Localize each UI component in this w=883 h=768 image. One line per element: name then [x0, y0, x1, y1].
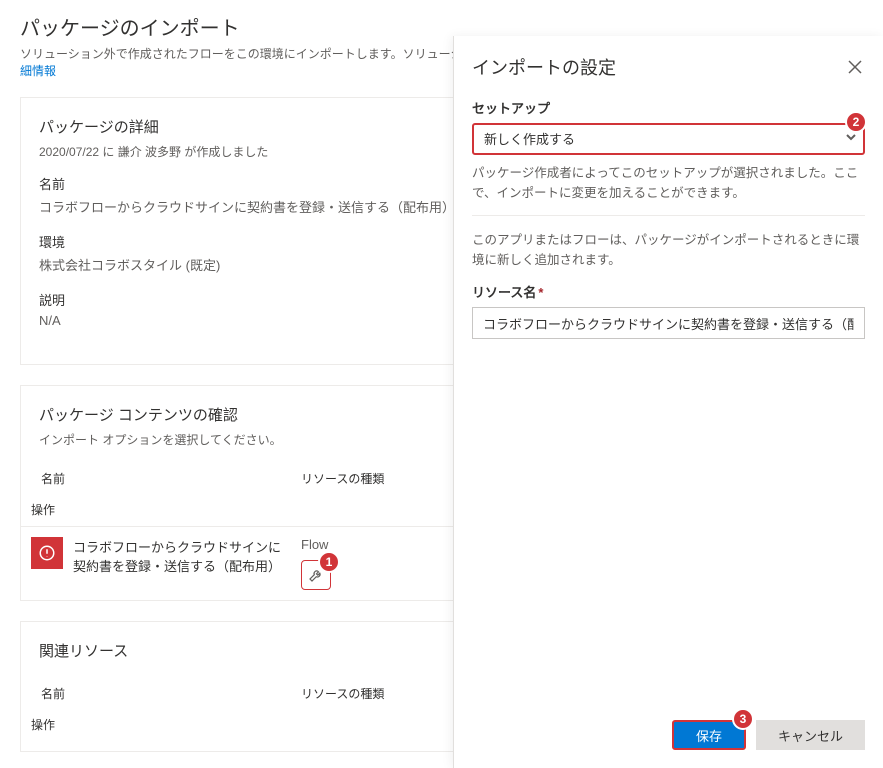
resource-name-input[interactable]	[472, 307, 865, 339]
annotation-badge-3: 3	[732, 708, 754, 730]
annotation-badge-2: 2	[845, 111, 867, 133]
setup-label: セットアップ	[472, 98, 865, 117]
setup-select[interactable]: 新しく作成する	[472, 123, 865, 155]
import-settings-panel: インポートの設定 セットアップ 新しく作成する 2 パッケージ作成者によってこの…	[453, 36, 883, 768]
row-name: コラボフローからクラウドサインに契約書を登録・送信する（配布用）	[73, 537, 301, 575]
close-icon	[848, 60, 862, 74]
setup-hint: パッケージ作成者によってこのセットアップが選択されました。ここで、インポートに変…	[472, 163, 865, 203]
scope-hint: このアプリまたはフローは、パッケージがインポートされるときに環境に新しく追加され…	[472, 230, 865, 270]
divider	[472, 215, 865, 216]
save-button[interactable]: 保存 3	[672, 720, 746, 750]
configure-button[interactable]: 1	[301, 560, 331, 590]
row-type: Flow	[301, 537, 328, 552]
panel-title: インポートの設定	[472, 54, 616, 80]
col-name-header: 名前	[31, 470, 301, 487]
cancel-button[interactable]: キャンセル	[756, 720, 865, 750]
resource-name-label: リソース名*	[472, 282, 865, 301]
error-icon	[31, 537, 63, 569]
related-col-name: 名前	[31, 685, 301, 702]
close-button[interactable]	[845, 57, 865, 77]
annotation-badge-1: 1	[318, 551, 340, 573]
